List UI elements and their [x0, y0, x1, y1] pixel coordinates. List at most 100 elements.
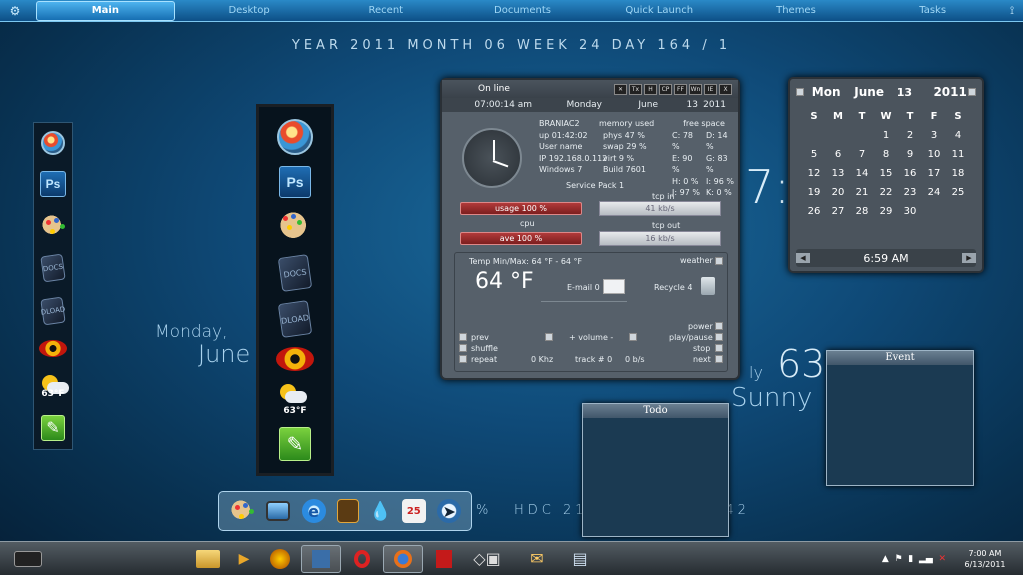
- power-icon[interactable]: ▮: [908, 554, 913, 564]
- calendar-day-cell[interactable]: 9: [898, 147, 922, 163]
- acrobat-icon[interactable]: [429, 545, 459, 573]
- eye-app-icon[interactable]: [39, 339, 67, 357]
- repeat-checkbox[interactable]: [459, 355, 467, 363]
- calendar-day-cell[interactable]: 13: [826, 166, 850, 182]
- system-tray[interactable]: ▲ ⚑ ▮ ▂▄ ✕: [879, 545, 949, 573]
- calendar-icon[interactable]: 25: [401, 499, 426, 523]
- firefox-icon[interactable]: [383, 544, 423, 573]
- docs-folder-icon[interactable]: DOCS: [277, 254, 313, 293]
- calendar-day-cell[interactable]: 18: [946, 166, 970, 182]
- ie-icon[interactable]: e: [301, 499, 326, 523]
- opera-icon[interactable]: [347, 545, 377, 573]
- power-checkbox[interactable]: [715, 322, 723, 330]
- mail-icon[interactable]: ✉: [515, 545, 559, 573]
- close-button[interactable]: X: [719, 83, 732, 95]
- flag-icon[interactable]: ⚑: [895, 554, 903, 564]
- calendar-day-cell[interactable]: 2: [898, 128, 922, 144]
- play-pause-checkbox[interactable]: [715, 333, 723, 341]
- volume-muted-icon[interactable]: ✕: [939, 554, 947, 564]
- tab-desktop[interactable]: Desktop: [181, 0, 318, 22]
- calendar-day-cell[interactable]: 23: [898, 185, 922, 201]
- calendar-day-cell[interactable]: 22: [874, 185, 898, 201]
- tab-documents[interactable]: Documents: [454, 0, 591, 22]
- calendar-day-cell[interactable]: 8: [874, 147, 898, 163]
- event-widget[interactable]: Event: [826, 350, 974, 486]
- stop-checkbox[interactable]: [715, 344, 723, 352]
- cp-button[interactable]: CP: [659, 83, 672, 95]
- calendar-right-checkbox[interactable]: [968, 88, 977, 96]
- recycle-bin-icon[interactable]: [701, 277, 715, 295]
- dloads-folder-icon[interactable]: DLOAD: [40, 296, 66, 325]
- calendar-day-cell[interactable]: 30: [898, 204, 922, 220]
- calendar-day-cell[interactable]: 12: [802, 166, 826, 182]
- todo-widget[interactable]: Todo: [582, 403, 729, 537]
- calendar-left-checkbox[interactable]: [796, 88, 804, 96]
- windows-orb-icon[interactable]: [41, 131, 65, 156]
- calendar-day-cell[interactable]: 25: [946, 185, 970, 201]
- calendar-day-cell[interactable]: 24: [922, 185, 946, 201]
- tools-button[interactable]: ✕: [614, 83, 627, 95]
- signal-icon[interactable]: ▂▄: [919, 554, 933, 564]
- dloads-folder-icon[interactable]: DLOAD: [277, 299, 313, 338]
- tab-main[interactable]: Main: [36, 0, 175, 21]
- wn-button[interactable]: Wn: [689, 83, 702, 95]
- calendar-day-cell[interactable]: 3: [922, 128, 946, 144]
- calendar-day-cell[interactable]: 21: [850, 185, 874, 201]
- notes-icon[interactable]: [336, 499, 359, 523]
- calendar-day-cell[interactable]: 5: [802, 147, 826, 163]
- calendar-prev-button[interactable]: ◀: [796, 253, 810, 263]
- taskbar-clock[interactable]: 7:00 AM 6/13/2011: [955, 548, 1015, 570]
- start-button[interactable]: [14, 550, 42, 567]
- calendar-day-cell[interactable]: 15: [874, 166, 898, 182]
- tab-recent[interactable]: Recent: [317, 0, 454, 22]
- app-orb-icon[interactable]: [265, 545, 295, 573]
- media-player-icon[interactable]: ▶: [229, 545, 259, 573]
- mail-icon[interactable]: [603, 279, 625, 294]
- palette-icon[interactable]: [228, 498, 255, 524]
- windows-orb-icon[interactable]: [277, 118, 313, 155]
- calendar-day-cell[interactable]: 29: [874, 204, 898, 220]
- shuffle-checkbox[interactable]: [459, 344, 467, 352]
- calendar-day-cell[interactable]: 1: [874, 128, 898, 144]
- recycle-icon[interactable]: ✎: [41, 414, 65, 441]
- photoshop-icon[interactable]: Ps: [40, 171, 66, 198]
- calendar-day-cell[interactable]: 20: [826, 185, 850, 201]
- tray-expand-icon[interactable]: ▲: [882, 554, 889, 564]
- calendar-day-cell[interactable]: 7: [850, 147, 874, 163]
- volume-down-checkbox[interactable]: [629, 333, 637, 341]
- ff-button[interactable]: FF: [674, 83, 687, 95]
- tx-button[interactable]: Tx: [629, 83, 642, 95]
- folder-icon[interactable]: [193, 545, 223, 573]
- ie-button[interactable]: IE: [704, 83, 717, 95]
- cursor-icon[interactable]: ➤: [437, 499, 462, 523]
- tools-icon[interactable]: ◇▣: [465, 545, 509, 573]
- calendar-day-cell[interactable]: 6: [826, 147, 850, 163]
- calendar-day-cell[interactable]: 26: [802, 204, 826, 220]
- recycle-icon[interactable]: ✎: [279, 427, 311, 462]
- monitor-icon[interactable]: [266, 501, 291, 521]
- photoshop-icon[interactable]: Ps: [279, 165, 311, 198]
- calendar-day-cell[interactable]: 28: [850, 204, 874, 220]
- weather-checkbox[interactable]: [715, 257, 723, 265]
- weather-icon[interactable]: 63°F: [277, 382, 313, 416]
- calendar-day-cell[interactable]: 27: [826, 204, 850, 220]
- dock-app-icon[interactable]: [301, 544, 341, 573]
- calendar-day-cell[interactable]: 14: [850, 166, 874, 182]
- tab-quick-launch[interactable]: Quick Launch: [591, 0, 728, 22]
- calendar-day-cell[interactable]: 4: [946, 128, 970, 144]
- next-checkbox[interactable]: [715, 355, 723, 363]
- gear-icon[interactable]: ⚙: [0, 0, 30, 22]
- palette-icon[interactable]: [277, 209, 313, 246]
- tab-tasks[interactable]: Tasks: [864, 0, 1001, 22]
- prev-checkbox[interactable]: [459, 333, 467, 341]
- pin-icon[interactable]: ⟟: [1001, 4, 1023, 18]
- calendar-next-button[interactable]: ▶: [962, 253, 976, 263]
- docs-folder-icon[interactable]: DOCS: [40, 254, 66, 283]
- eye-app-icon[interactable]: [276, 346, 314, 371]
- calendar-day-cell[interactable]: 10: [922, 147, 946, 163]
- volume-up-checkbox[interactable]: [545, 333, 553, 341]
- drop-icon[interactable]: 💧: [369, 499, 391, 523]
- calendar-day-cell[interactable]: 11: [946, 147, 970, 163]
- tab-themes[interactable]: Themes: [728, 0, 865, 22]
- calendar-day-cell[interactable]: 19: [802, 185, 826, 201]
